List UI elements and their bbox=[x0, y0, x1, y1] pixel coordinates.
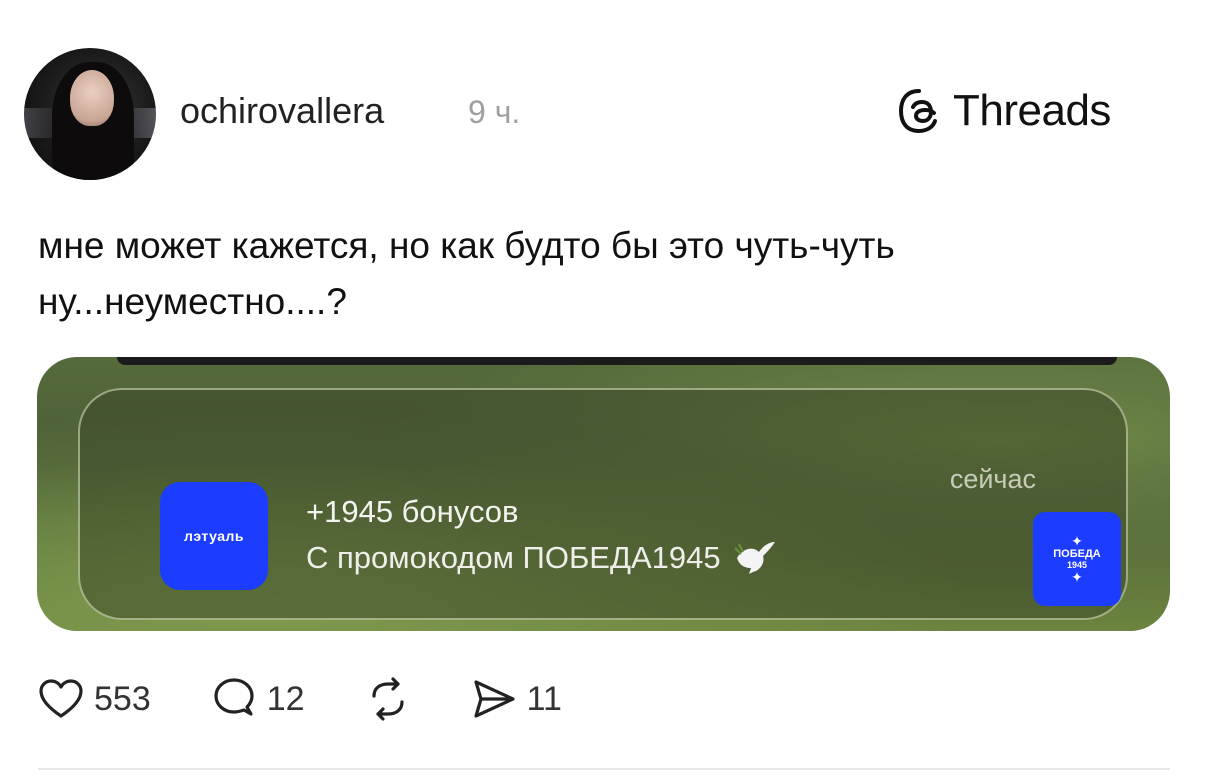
avatar[interactable] bbox=[24, 48, 156, 180]
reply-count: 12 bbox=[266, 679, 305, 718]
post-time: 9 ч. bbox=[468, 94, 521, 130]
sparkle-icon: ✦ bbox=[1071, 533, 1083, 549]
brand-name: Threads bbox=[953, 86, 1111, 135]
like-count: 553 bbox=[94, 679, 151, 718]
avatar-face bbox=[70, 70, 114, 126]
share-button[interactable]: 11 bbox=[471, 676, 562, 722]
post-actions: 553 12 11 bbox=[38, 676, 622, 722]
app-icon-label: лэтуаль bbox=[183, 528, 245, 544]
comment-icon bbox=[214, 678, 254, 716]
push-notification-card: лэтуаль +1945 бонусов С промокодом ПОБЕД… bbox=[78, 388, 1128, 620]
repost-button[interactable] bbox=[365, 676, 411, 722]
username[interactable]: ochirovallera bbox=[180, 90, 384, 132]
reply-button[interactable]: 12 bbox=[211, 676, 305, 722]
post-image[interactable]: лэтуаль +1945 бонусов С промокодом ПОБЕД… bbox=[37, 357, 1170, 631]
notification-body-text: С промокодом ПОБЕДА1945 bbox=[306, 540, 721, 575]
like-button[interactable]: 553 bbox=[38, 676, 151, 722]
promo-thumbnail-title: ПОБЕДА bbox=[1053, 548, 1101, 560]
notification-body: С промокодом ПОБЕДА1945 bbox=[306, 540, 777, 576]
notification-title: +1945 бонусов bbox=[306, 494, 519, 529]
dove-icon bbox=[733, 542, 775, 574]
sparkle-icon: ✦ bbox=[1071, 569, 1083, 585]
share-count: 11 bbox=[526, 679, 562, 718]
repost-icon bbox=[371, 677, 404, 721]
heart-icon bbox=[39, 679, 83, 718]
letual-app-icon: лэтуаль bbox=[160, 482, 268, 590]
divider bbox=[38, 768, 1170, 770]
threads-brand: Threads bbox=[895, 86, 1111, 136]
post-text: мне может кажется, но как будто бы это ч… bbox=[38, 225, 895, 322]
threads-logo-icon bbox=[898, 89, 937, 134]
image-top-band bbox=[117, 357, 1117, 365]
notification-time: сейчас bbox=[949, 464, 1036, 494]
promo-thumbnail: ✦ ПОБЕДА 1945 ✦ bbox=[1033, 512, 1121, 606]
send-icon bbox=[473, 680, 515, 718]
